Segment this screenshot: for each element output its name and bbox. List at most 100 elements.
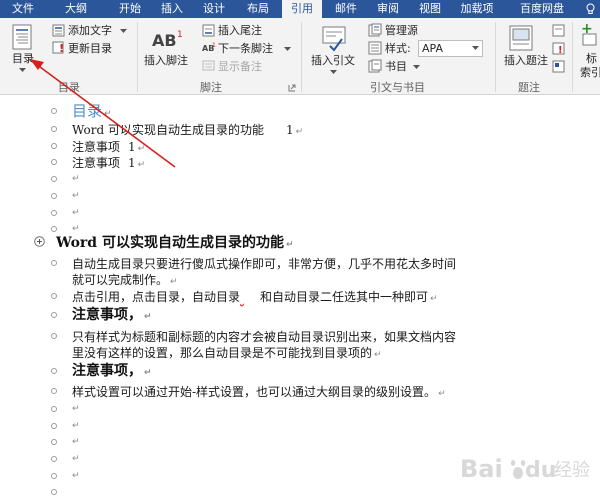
outline-bullet[interactable] <box>51 193 57 199</box>
outline-bullet[interactable] <box>51 159 57 165</box>
chevron-down-icon[interactable] <box>330 70 337 75</box>
heading-2[interactable]: 注意事项， ↵ <box>72 307 152 326</box>
paragraph-mark: ↵ <box>72 224 80 234</box>
next-footnote-button[interactable]: 下一条脚注 <box>218 42 273 55</box>
body-text[interactable]: 里没有这样的设置，那么自动目录是不可能找到目录项的 ↵ <box>72 346 382 363</box>
tab-mailings[interactable]: 邮件 <box>326 0 366 18</box>
bibliography-button[interactable]: 书目 <box>385 60 407 73</box>
outline-bullet[interactable] <box>51 388 57 394</box>
body-text[interactable]: 只有样式为标题和副标题的内容才会被自动目录识别出来，如果文档内容 <box>72 330 456 345</box>
outline-bullet[interactable] <box>51 439 57 445</box>
tab-view[interactable]: 视图 <box>410 0 450 18</box>
outline-bullet[interactable] <box>51 456 57 462</box>
next-footnote-icon[interactable]: AB 1 <box>202 41 216 54</box>
outline-bullet[interactable] <box>51 333 57 339</box>
group-separator <box>301 22 302 92</box>
add-text-icon[interactable] <box>52 24 65 37</box>
insert-table-of-figures-icon[interactable] <box>552 24 565 37</box>
insert-citation-icon[interactable] <box>320 24 348 52</box>
outline-bullet[interactable] <box>51 406 57 412</box>
tab-insert[interactable]: 插入 <box>152 0 192 18</box>
chevron-down-icon[interactable] <box>413 65 420 70</box>
ribbon-tab-bar: 文件 大纲 开始 插入 设计 布局 引用 邮件 审阅 视图 加载项 百度网盘 <box>0 0 600 18</box>
outline-bullet[interactable] <box>51 293 57 299</box>
tab-references[interactable]: 引用 <box>282 0 322 18</box>
mark-entry-label[interactable]: 标 <box>586 52 597 65</box>
tab-review[interactable]: 审阅 <box>368 0 408 18</box>
outline-bullet[interactable] <box>51 108 57 114</box>
insert-endnote-icon[interactable] <box>202 24 215 37</box>
tab-home[interactable]: 开始 <box>110 0 150 18</box>
bibliography-icon[interactable] <box>368 59 382 73</box>
svg-text:!: ! <box>59 42 64 54</box>
group-label-footnotes: 脚注 <box>200 81 222 94</box>
ribbon: 目录 添加文字 ! 更新目录 目录 AB 1 插入脚注 插入尾注 AB 1 下一… <box>0 18 600 95</box>
add-text-button[interactable]: 添加文字 <box>68 24 112 37</box>
outline-bullet[interactable] <box>51 260 57 266</box>
lightbulb-icon[interactable] <box>585 3 596 15</box>
svg-text:du: du <box>525 458 556 483</box>
show-notes-icon <box>202 60 215 71</box>
citation-style-select[interactable]: APA <box>418 40 483 57</box>
tab-baidu-netdisk[interactable]: 百度网盘 <box>510 0 574 18</box>
mark-entry-label-2[interactable]: 索引 <box>580 66 600 79</box>
manage-sources-button[interactable]: 管理源 <box>385 24 418 37</box>
outline-bullet[interactable] <box>51 423 57 429</box>
paragraph-mark: ↵ <box>72 454 80 464</box>
svg-text:经验: 经验 <box>554 460 590 481</box>
outline-bullet[interactable] <box>51 473 57 479</box>
insert-footnote-icon[interactable]: AB 1 <box>150 28 184 52</box>
toc-title: 目录 ↵ <box>72 102 112 120</box>
chevron-down-icon[interactable] <box>19 68 26 73</box>
group-label-captions: 题注 <box>518 81 540 94</box>
outline-bullet[interactable] <box>51 126 57 132</box>
tab-file[interactable]: 文件 <box>6 0 40 18</box>
insert-endnote-button[interactable]: 插入尾注 <box>218 24 262 37</box>
svg-text:AB: AB <box>152 31 177 50</box>
update-toc-icon[interactable]: ! <box>52 41 65 54</box>
outline-bullet[interactable] <box>51 143 57 149</box>
update-table-icon[interactable]: ! <box>552 42 565 55</box>
group-separator <box>495 22 496 92</box>
toc-button[interactable]: 目录 <box>12 52 34 65</box>
body-text[interactable]: 样式设置可以通过开始-样式设置，也可以通过大纲目录的级别设置。 ↵ <box>72 385 446 402</box>
chevron-down-icon[interactable] <box>284 47 291 52</box>
outline-bullet[interactable] <box>51 312 57 318</box>
body-text[interactable]: 自动生成目录只要进行傻瓜式操作即可，非常方便，几乎不用花太多时间 <box>72 257 456 272</box>
insert-footnote-button[interactable]: 插入脚注 <box>144 54 188 67</box>
group-label-citations: 引文与书目 <box>370 81 425 94</box>
insert-caption-button[interactable]: 插入题注 <box>504 54 548 67</box>
svg-text:1: 1 <box>212 42 216 49</box>
outline-bullet[interactable] <box>51 210 57 216</box>
paragraph-mark: ↵ <box>72 208 80 218</box>
update-toc-button[interactable]: 更新目录 <box>68 42 112 55</box>
body-text[interactable]: 点击引用，点击目录，自动目录 和自动目录二任选其中一种即可 ↵ <box>72 290 438 307</box>
outline-bullet[interactable] <box>51 368 57 374</box>
document-outline-view[interactable]: 目录 ↵ Word 可以实现自动生成目录的功能 1 ↵ 注意事项 1 ↵ 注意事项 1 ↵ ↵… <box>0 96 600 500</box>
heading-1[interactable]: Word 可以实现自动生成目录的功能 ↵ <box>56 235 294 254</box>
outline-bullet[interactable] <box>51 176 57 182</box>
toc-entry[interactable]: Word 可以实现自动生成目录的功能 1 ↵ <box>72 123 303 140</box>
toc-entry[interactable]: 注意事项 1 ↵ <box>72 156 145 173</box>
outline-bullet[interactable] <box>51 489 57 495</box>
toc-entry[interactable]: 注意事项 1 ↵ <box>72 140 145 157</box>
dialog-launcher-icon[interactable] <box>288 84 296 92</box>
tab-addins[interactable]: 加载项 <box>452 0 502 18</box>
heading-2[interactable]: 注意事项， ↵ <box>72 363 152 382</box>
tab-outline[interactable]: 大纲 <box>56 0 96 18</box>
cross-reference-icon[interactable] <box>552 60 565 73</box>
tab-layout[interactable]: 布局 <box>238 0 278 18</box>
body-text[interactable]: 就可以完成制作。 ↵ <box>72 273 178 290</box>
mark-entry-icon[interactable]: + <box>580 22 598 46</box>
insert-citation-button[interactable]: 插入引文 <box>311 54 355 67</box>
insert-caption-icon[interactable] <box>508 24 534 52</box>
outline-bullet[interactable] <box>51 226 57 232</box>
expand-collapse-icon[interactable] <box>34 236 45 247</box>
tab-design[interactable]: 设计 <box>194 0 234 18</box>
paragraph-mark: ↵ <box>72 421 80 431</box>
chevron-down-icon[interactable] <box>472 46 479 51</box>
paragraph-mark: ↵ <box>72 404 80 414</box>
manage-sources-icon[interactable] <box>368 23 382 37</box>
chevron-down-icon[interactable] <box>120 29 127 34</box>
table-of-contents-icon[interactable] <box>10 24 34 50</box>
